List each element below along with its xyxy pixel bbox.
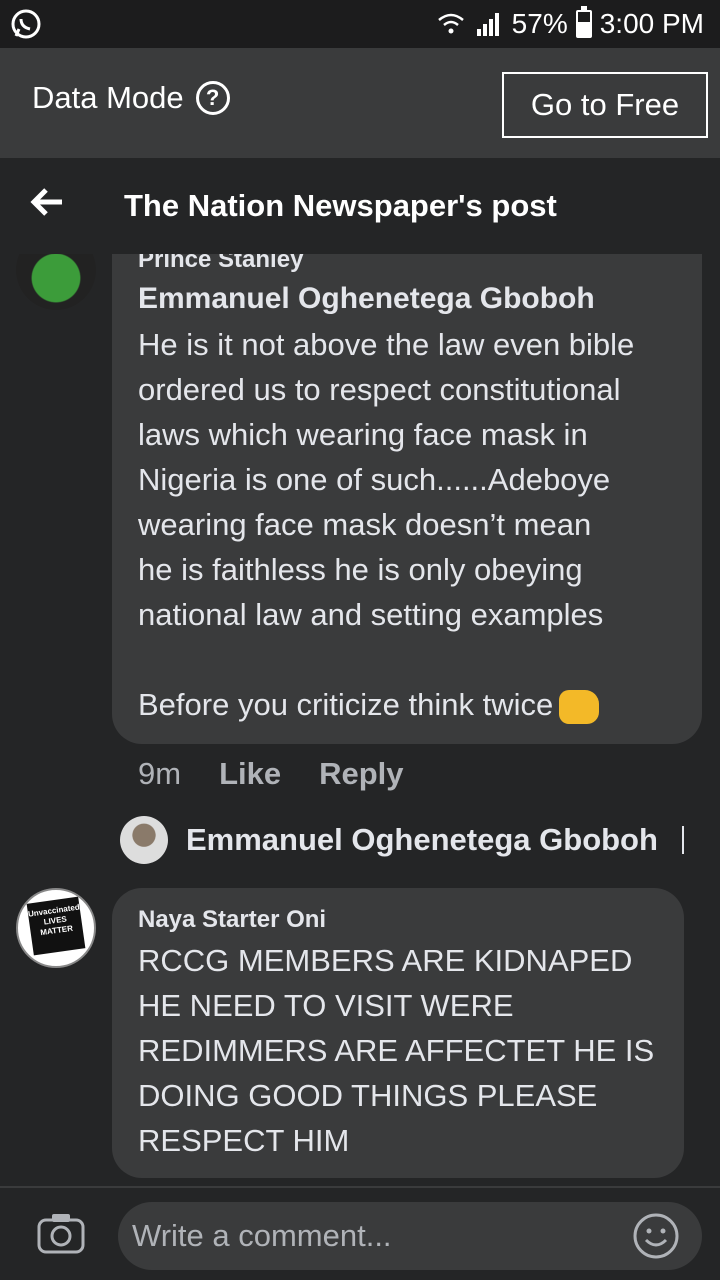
comment-line-text: Before you criticize think twice <box>138 687 554 722</box>
status-bar: 57% 3:00 PM <box>0 0 720 48</box>
comment-line: wearing face mask doesn’t mean <box>138 507 592 542</box>
wifi-icon <box>437 13 464 34</box>
avatar <box>120 816 168 864</box>
comment-line: RCCG MEMBERS ARE KIDNAPED <box>138 943 633 978</box>
comment-actions: 9m Like Reply <box>138 756 404 792</box>
battery-percent: 57% <box>511 8 568 39</box>
fist-emoji-icon <box>559 689 600 724</box>
reply-author: Emmanuel Oghenetega Gboboh <box>186 822 658 857</box>
avatar-badge: Unvaccinated LIVES MATTER <box>26 896 86 956</box>
comment-text: RCCG MEMBERS ARE KIDNAPED HE NEED TO VIS… <box>138 938 678 1163</box>
back-arrow-icon[interactable] <box>28 182 68 222</box>
comment-line: he is faithless he is only obeying <box>138 552 583 587</box>
go-to-free-button[interactable]: Go to Free <box>502 72 708 138</box>
like-button[interactable]: Like <box>219 756 281 792</box>
post-header: The Nation Newspaper's post <box>0 158 720 254</box>
data-mode-bar: Data Mode ? Go to Free <box>0 48 720 158</box>
reply-input-row[interactable]: Emmanuel Oghenetega Gboboh <box>120 816 684 864</box>
signal-icon <box>476 13 499 36</box>
comment-author[interactable]: Naya Starter Oni <box>138 906 326 934</box>
comment-line: DOING GOOD THINGS PLEASE <box>138 1078 598 1113</box>
comment-author[interactable]: Emmanuel Oghenetega Gboboh <box>138 282 595 316</box>
comment-line: national law and setting examples <box>138 597 604 632</box>
data-mode-label: Data Mode <box>32 80 184 115</box>
page-title: The Nation Newspaper's post <box>124 188 557 223</box>
comment-input[interactable] <box>118 1202 702 1270</box>
comment-composer <box>0 1186 720 1280</box>
clock: 3:00 PM <box>599 8 704 39</box>
comment-line: Nigeria is one of such......Adeboye <box>138 462 611 497</box>
comment-time: 9m <box>138 756 182 791</box>
comment-line: REDIMMERS ARE AFFECTET HE IS <box>138 1033 655 1068</box>
comment-line-blank <box>138 637 688 682</box>
text-cursor <box>681 826 684 854</box>
emoji-icon[interactable] <box>632 1212 680 1260</box>
whatsapp-icon <box>11 9 41 39</box>
comment-line: RESPECT HIM <box>138 1123 350 1158</box>
comment-text: He is it not above the law even bible or… <box>138 322 688 727</box>
help-icon[interactable]: ? <box>195 81 230 115</box>
status-right: 57% 3:00 PM <box>436 6 704 42</box>
comment-line: Before you criticize think twice <box>138 682 688 727</box>
data-mode-label-group[interactable]: Data Mode ? <box>32 80 230 116</box>
comment-line: He is it not above the law even bible <box>138 327 635 362</box>
camera-icon[interactable] <box>36 1210 86 1256</box>
reply-button[interactable]: Reply <box>319 756 403 792</box>
comment-line: laws which wearing face mask in <box>138 417 588 452</box>
avatar[interactable]: Unvaccinated LIVES MATTER <box>16 888 96 968</box>
comment-line: HE NEED TO VISIT WERE <box>138 988 514 1023</box>
battery-fill <box>577 22 590 36</box>
battery-icon <box>575 6 592 38</box>
comment-line: ordered us to respect constitutional <box>138 372 621 407</box>
